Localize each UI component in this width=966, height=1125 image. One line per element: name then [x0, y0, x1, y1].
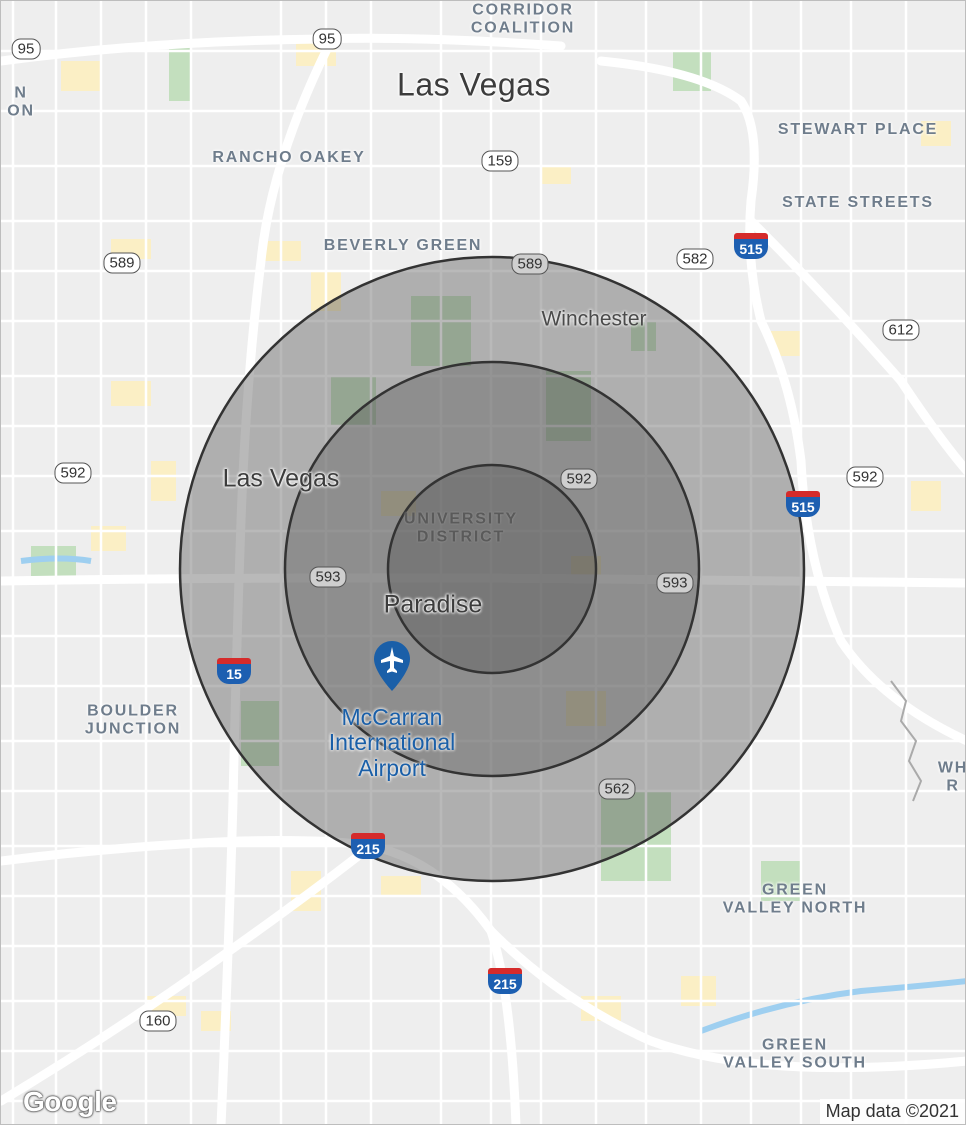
city-label-winchester: Winchester — [541, 307, 647, 331]
interstate-shield-15: 15 — [217, 658, 251, 684]
airport-pin[interactable] — [374, 641, 410, 691]
city-label-las-vegas: Las Vegas — [397, 66, 551, 103]
route-shield-562: 562 — [598, 778, 636, 800]
route-shield-593-right: 593 — [656, 572, 694, 594]
route-shield-592-left: 592 — [54, 462, 92, 484]
map-attribution[interactable]: Map data ©2021 — [819, 1099, 965, 1124]
route-shield-582: 582 — [676, 248, 714, 270]
route-shield-us95-left: 95 — [11, 38, 41, 60]
route-shield-160: 160 — [139, 1010, 177, 1032]
radius-ring-inner — [386, 463, 598, 675]
interstate-shield-515-top: 515 — [734, 233, 768, 259]
map-canvas[interactable]: Las Vegas Las Vegas Paradise Winchester … — [0, 0, 966, 1125]
interstate-number: 215 — [351, 839, 385, 859]
radius-rings — [178, 255, 806, 883]
route-shield-592-right: 592 — [846, 466, 884, 488]
hood-label-edge-right: WH R — [937, 759, 966, 794]
airport-label: McCarran International Airport — [328, 704, 456, 781]
route-shield-612: 612 — [882, 319, 920, 341]
hood-label-state-streets: STATE STREETS — [782, 194, 934, 212]
route-shield-589-left: 589 — [103, 252, 141, 274]
hood-label-corridor-coalition: CORRIDOR COALITION — [470, 1, 576, 36]
route-shield-592-center: 592 — [560, 468, 598, 490]
interstate-number: 515 — [786, 497, 820, 517]
airplane-icon — [374, 641, 410, 691]
hood-label-green-valley-north: GREEN VALLEY NORTH — [722, 881, 868, 916]
hood-label-beverly-green: BEVERLY GREEN — [323, 237, 483, 255]
hood-label-university-district: UNIVERSITY DISTRICT — [403, 510, 519, 545]
hood-label-stewart-place: STEWART PLACE — [777, 121, 939, 139]
city-label-las-vegas-strip: Las Vegas — [222, 464, 340, 493]
hood-label-rancho-oakey: RANCHO OAKEY — [212, 149, 366, 167]
google-logo[interactable]: Google — [23, 1086, 117, 1118]
interstate-number: 215 — [488, 974, 522, 994]
map-base — [1, 1, 965, 1124]
route-shield-us95-top: 95 — [312, 28, 342, 50]
route-shield-593-left: 593 — [309, 566, 347, 588]
interstate-number: 15 — [217, 664, 251, 684]
route-shield-159: 159 — [481, 150, 519, 172]
interstate-shield-215-left: 215 — [351, 833, 385, 859]
interstate-shield-515-mid: 515 — [786, 491, 820, 517]
hood-label-edge-left: N ON — [7, 84, 35, 119]
interstate-shield-215-bottom: 215 — [488, 968, 522, 994]
city-label-paradise: Paradise — [383, 590, 483, 619]
interstate-number: 515 — [734, 239, 768, 259]
route-shield-589-center: 589 — [511, 253, 549, 275]
hood-label-green-valley-south: GREEN VALLEY SOUTH — [723, 1036, 867, 1071]
hood-label-boulder-junction: BOULDER JUNCTION — [84, 702, 182, 737]
